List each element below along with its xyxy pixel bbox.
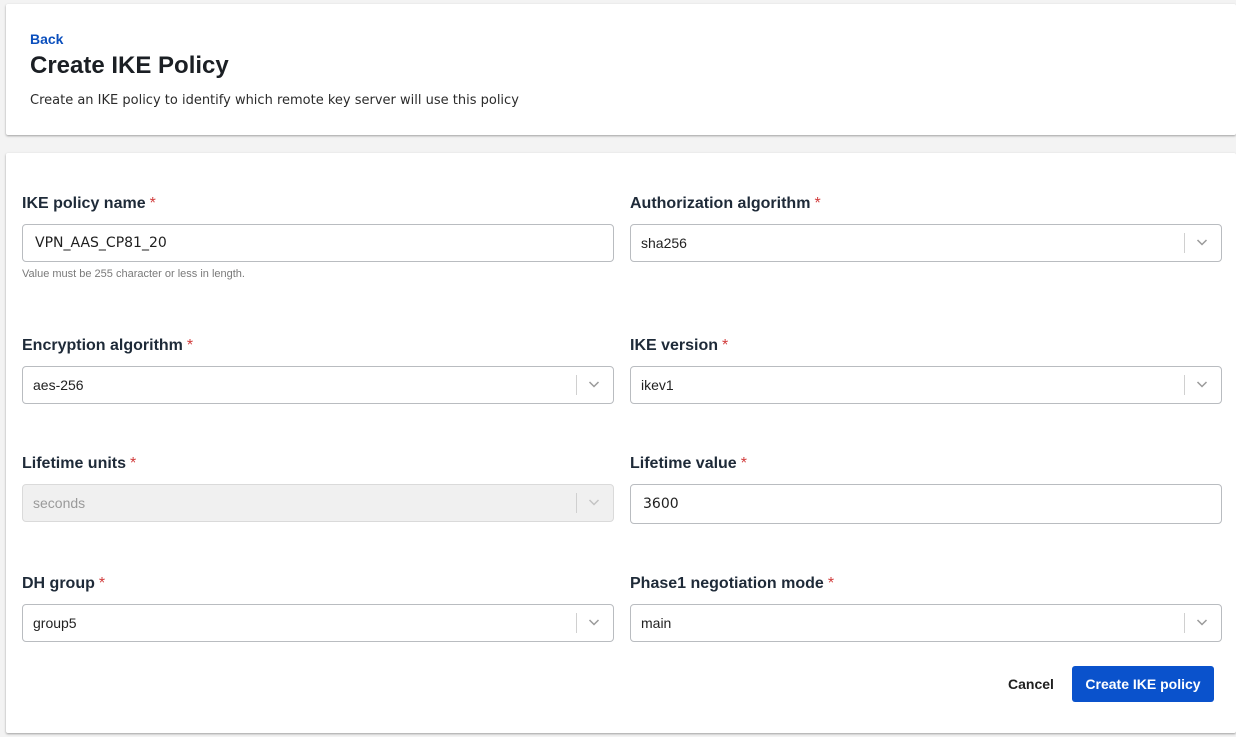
ike-policy-name-label: IKE policy name * xyxy=(22,195,156,212)
chevron-down-icon[interactable] xyxy=(1196,236,1208,248)
ike-version-value: ikev1 xyxy=(641,377,674,393)
encryption-algorithm-select[interactable]: aes-256 xyxy=(22,366,614,404)
encryption-algorithm-value: aes-256 xyxy=(33,377,84,393)
phase1-negotiation-mode-value: main xyxy=(641,615,672,631)
authorization-algorithm-value: sha256 xyxy=(641,235,687,251)
required-marker: * xyxy=(98,575,106,592)
select-separator xyxy=(576,375,577,395)
required-marker: * xyxy=(827,575,835,592)
chevron-down-icon[interactable] xyxy=(588,616,600,628)
encryption-algorithm-label: Encryption algorithm * xyxy=(22,337,194,354)
back-link[interactable]: Back xyxy=(30,31,63,47)
lifetime-units-select: seconds xyxy=(22,484,614,522)
lifetime-units-field: Lifetime units * seconds xyxy=(22,454,614,522)
phase1-negotiation-mode-field: Phase1 negotiation mode * main xyxy=(630,574,1222,642)
phase1-negotiation-mode-select[interactable]: main xyxy=(630,604,1222,642)
page-header: Back Create IKE Policy Create an IKE pol… xyxy=(6,4,1236,135)
authorization-algorithm-label: Authorization algorithm * xyxy=(630,195,821,212)
chevron-down-icon[interactable] xyxy=(588,378,600,390)
cancel-button[interactable]: Cancel xyxy=(998,666,1064,702)
required-marker: * xyxy=(149,195,156,212)
ike-policy-form: IKE policy name* Value must be 255 chara… xyxy=(6,153,1236,733)
ike-policy-name-hint: Value must be 255 character or less in l… xyxy=(22,268,245,280)
select-separator xyxy=(1184,613,1185,633)
authorization-algorithm-field: Authorization algorithm * sha256 xyxy=(630,194,1222,262)
dh-group-select[interactable]: group5 xyxy=(22,604,614,642)
dh-group-value: group5 xyxy=(33,615,77,631)
create-ike-policy-button[interactable]: Create IKE policy xyxy=(1072,666,1214,702)
authorization-algorithm-select[interactable]: sha256 xyxy=(630,224,1222,262)
encryption-algorithm-field: Encryption algorithm * aes-256 xyxy=(22,336,614,404)
required-marker: * xyxy=(722,337,729,354)
select-separator xyxy=(1184,375,1185,395)
dh-group-label: DH group * xyxy=(22,575,106,592)
ike-version-field: IKE version * ikev1 xyxy=(630,336,1222,404)
select-separator xyxy=(576,613,577,633)
lifetime-value-input[interactable] xyxy=(631,485,1221,523)
dh-group-field: DH group * group5 xyxy=(22,574,614,642)
phase1-negotiation-mode-label: Phase1 negotiation mode * xyxy=(630,575,835,592)
required-marker: * xyxy=(186,337,194,354)
select-separator xyxy=(1184,233,1185,253)
page-description: Create an IKE policy to identify which r… xyxy=(30,93,519,108)
required-marker: * xyxy=(740,455,747,472)
page-title: Create IKE Policy xyxy=(30,52,229,79)
required-marker: * xyxy=(130,455,137,472)
select-separator xyxy=(576,493,577,513)
chevron-down-icon[interactable] xyxy=(1196,378,1208,390)
lifetime-value-label: Lifetime value * xyxy=(630,455,747,472)
required-marker: * xyxy=(814,195,821,212)
ike-policy-name-input[interactable] xyxy=(23,225,613,261)
ike-policy-name-input-wrapper xyxy=(22,224,614,262)
ike-policy-name-field: IKE policy name* Value must be 255 chara… xyxy=(22,194,614,280)
chevron-down-icon xyxy=(588,499,600,506)
ike-version-select[interactable]: ikev1 xyxy=(630,366,1222,404)
lifetime-value-input-wrapper xyxy=(630,484,1222,524)
chevron-down-icon[interactable] xyxy=(1196,616,1208,628)
ike-version-label: IKE version * xyxy=(630,337,729,354)
lifetime-value-field: Lifetime value * xyxy=(630,454,1222,524)
lifetime-units-label: Lifetime units * xyxy=(22,455,137,472)
lifetime-units-value: seconds xyxy=(33,495,86,511)
